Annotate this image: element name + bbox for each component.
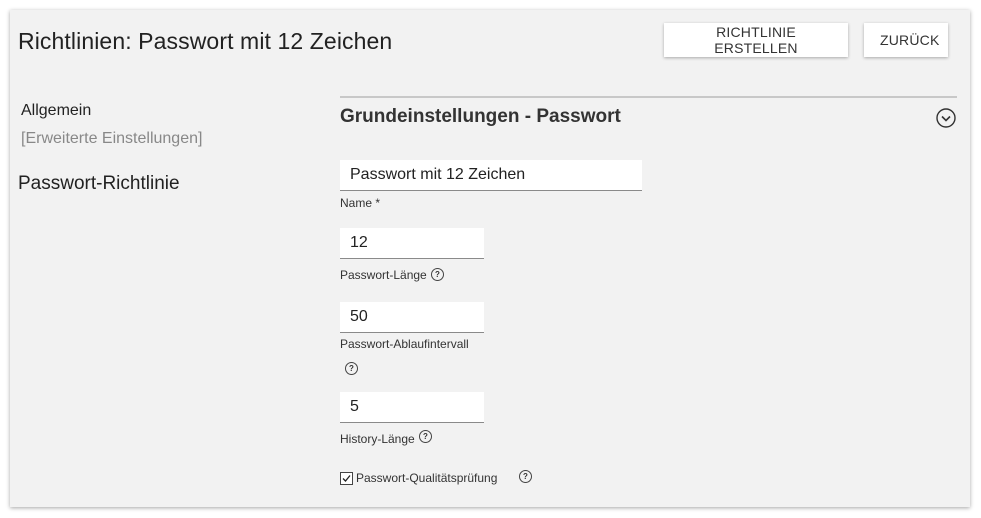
help-icon[interactable]: ? <box>419 430 432 443</box>
nav-general-link[interactable]: Allgemein <box>21 102 91 120</box>
back-button[interactable]: ZURÜCK <box>864 23 948 57</box>
password-quality-checkbox[interactable] <box>340 472 353 485</box>
password-expiry-label: Passwort-Ablaufintervall <box>340 337 469 351</box>
password-quality-label: Passwort-Qualitätsprüfung <box>356 471 498 485</box>
help-icon[interactable]: ? <box>519 470 532 483</box>
section-header: Grundeinstellungen - Passwort <box>340 106 621 127</box>
help-icon[interactable]: ? <box>345 362 358 375</box>
password-length-label: Passwort-Länge <box>340 268 427 282</box>
chevron-down-circle-icon[interactable] <box>936 108 956 128</box>
history-length-field[interactable] <box>340 392 484 423</box>
nav-advanced-settings-link[interactable]: [Erweiterte Einstellungen] <box>21 130 202 148</box>
create-policy-button[interactable]: RICHTLINIE ERSTELLEN <box>664 23 848 57</box>
help-icon[interactable]: ? <box>431 268 444 281</box>
section-name: Passwort-Richtlinie <box>18 173 180 194</box>
history-length-label: History-Länge <box>340 432 415 446</box>
name-field[interactable] <box>340 160 642 191</box>
name-label: Name * <box>340 196 381 210</box>
password-length-field[interactable] <box>340 228 484 259</box>
page-title: Richtlinien: Passwort mit 12 Zeichen <box>18 28 393 54</box>
policy-panel: Richtlinien: Passwort mit 12 Zeichen RIC… <box>10 10 970 507</box>
password-expiry-field[interactable] <box>340 302 484 333</box>
section-divider <box>340 96 957 98</box>
